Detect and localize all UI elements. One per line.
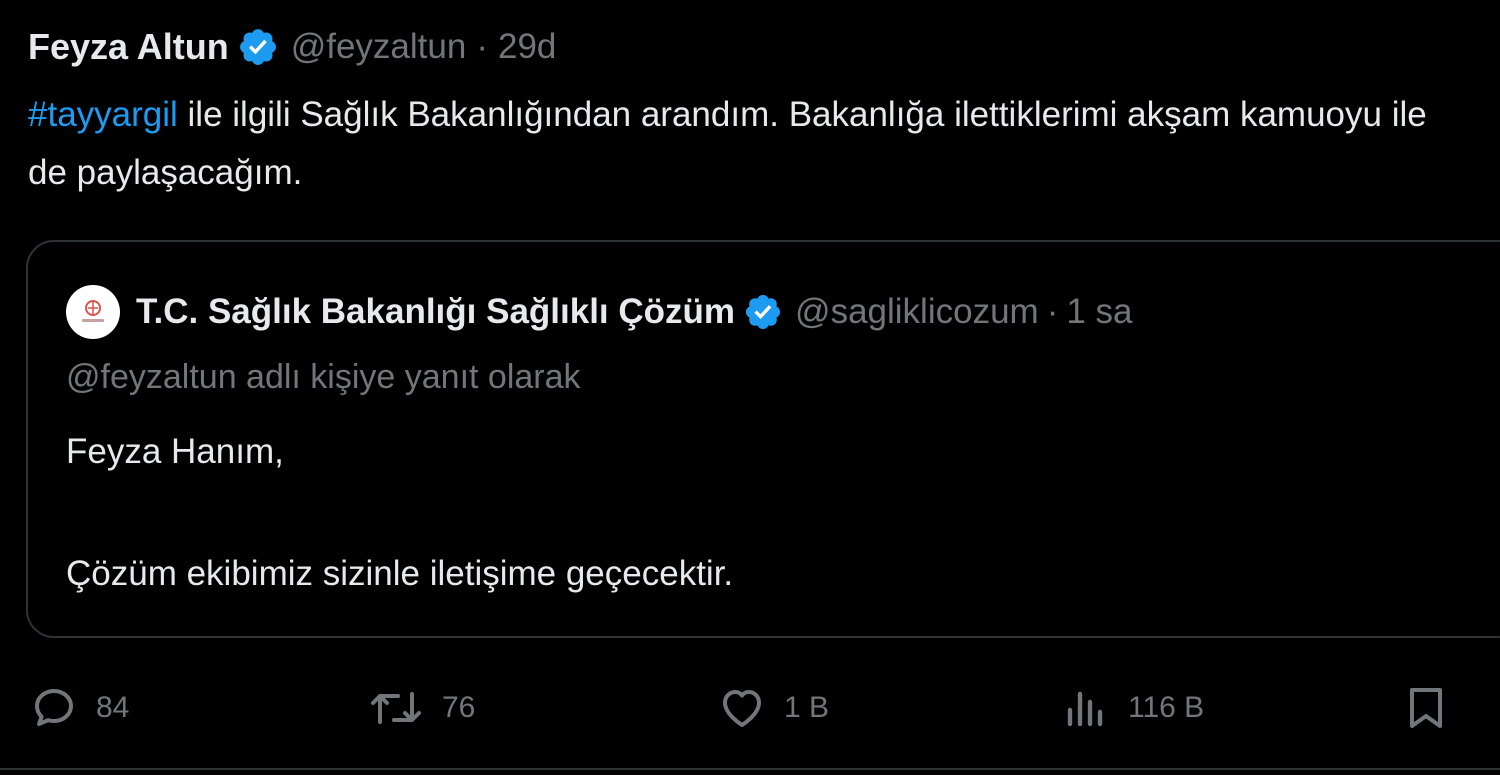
- views-icon: [1067, 691, 1103, 727]
- tweet: Feyza Altun @feyzaltun · 29d #tayyargil …: [0, 0, 1500, 775]
- ministry-logo-icon: [82, 300, 104, 322]
- retweet-icon: [371, 692, 421, 724]
- quoted-author-handle[interactable]: @sagliklicozum: [795, 292, 1039, 332]
- verified-badge-icon: [745, 294, 781, 330]
- quoted-tweet-timestamp[interactable]: 1 sa: [1066, 292, 1132, 332]
- retweet-count: 76: [442, 691, 476, 724]
- bookmark-icon: [1410, 688, 1442, 728]
- reply-button[interactable]: 84: [30, 680, 129, 736]
- verified-badge-icon: [239, 29, 276, 65]
- author-handle[interactable]: @feyzaltun: [291, 27, 467, 67]
- views-count: 116 B: [1128, 691, 1205, 724]
- tweet-timestamp[interactable]: 29d: [498, 27, 556, 67]
- reply-count: 84: [96, 691, 130, 724]
- quoted-tweet[interactable]: T.C. Sağlık Bakanlığı Sağlıklı Çözüm @sa…: [26, 240, 1500, 638]
- tweet-header: Feyza Altun @feyzaltun · 29d: [28, 22, 556, 72]
- reply-to-label: @feyzaltun adlı kişiye yanıt olarak: [66, 358, 581, 396]
- views-button[interactable]: 116 B: [1062, 680, 1204, 736]
- handle-separator: ·: [1046, 292, 1059, 331]
- author-name[interactable]: Feyza Altun: [28, 26, 229, 68]
- avatar[interactable]: [66, 285, 120, 339]
- divider: [0, 768, 1500, 770]
- quoted-author-name[interactable]: T.C. Sağlık Bakanlığı Sağlıklı Çözüm: [136, 292, 735, 332]
- like-count: 1 B: [784, 691, 830, 724]
- tweet-actions: 84 76 1 B 116 B: [0, 680, 1500, 736]
- quoted-tweet-text-line2: Çözüm ekibimiz sizinle iletişime geçecek…: [66, 554, 734, 593]
- handle-separator: ·: [476, 27, 488, 66]
- like-button[interactable]: 1 B: [718, 680, 829, 736]
- quoted-tweet-header: T.C. Sağlık Bakanlığı Sağlıklı Çözüm @sa…: [66, 284, 1133, 340]
- bookmark-button[interactable]: [1402, 680, 1450, 736]
- tweet-text: #tayyargil ile ilgili Sağlık Bakanlığınd…: [28, 86, 1468, 202]
- hashtag-link[interactable]: #tayyargil: [28, 95, 178, 134]
- tweet-body-text: ile ilgili Sağlık Bakanlığından arandım.…: [28, 95, 1427, 192]
- quoted-tweet-text-line1: Feyza Hanım,: [66, 432, 284, 471]
- heart-icon: [723, 690, 761, 727]
- reply-icon: [35, 689, 73, 726]
- retweet-button[interactable]: 76: [368, 680, 475, 736]
